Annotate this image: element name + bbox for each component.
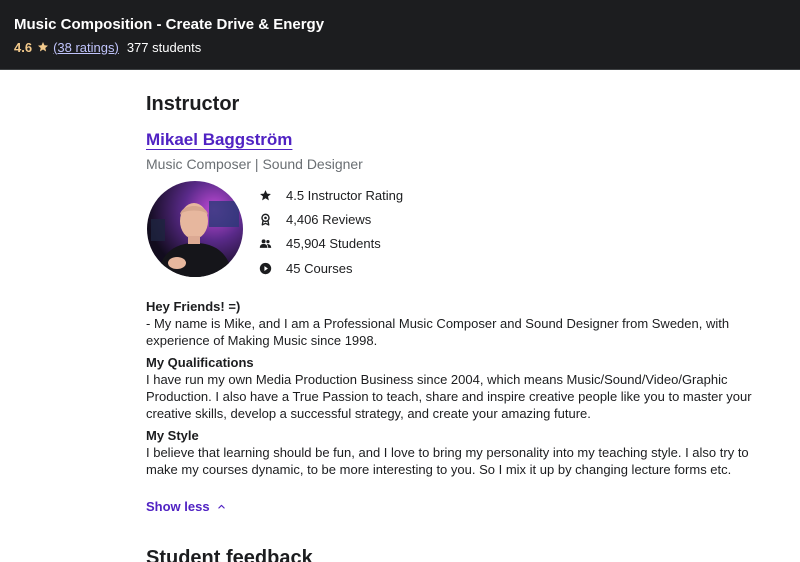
bio-qualifications-text: I have run my own Media Production Busin… — [146, 372, 752, 421]
bio-style-heading: My Style — [146, 428, 199, 443]
bio-qualifications-heading: My Qualifications — [146, 355, 254, 370]
instructor-job-title: Music Composer | Sound Designer — [146, 156, 363, 172]
stat-courses: 45 Courses — [259, 256, 459, 280]
bio-greeting: Hey Friends! =) — [146, 299, 241, 314]
show-less-label: Show less — [146, 499, 210, 514]
play-circle-icon — [259, 262, 272, 275]
course-header-bar: Music Composition - Create Drive & Energ… — [0, 0, 800, 70]
stat-students: 45,904 Students — [259, 232, 459, 256]
stat-label: 4,406 Reviews — [286, 211, 372, 227]
stat-label: 4.5 Instructor Rating — [286, 187, 404, 203]
rating-number: 4.6 — [14, 39, 33, 55]
instructor-avatar[interactable] — [147, 181, 243, 277]
chevron-up-icon — [217, 502, 226, 511]
award-icon — [259, 213, 272, 226]
course-rating: 4.6 (38 ratings) 377 students — [14, 39, 201, 55]
instructor-bio: Hey Friends! =) - My name is Mike, and I… — [146, 298, 756, 483]
stat-label: 45 Courses — [286, 260, 353, 276]
ratings-count-link[interactable]: (38 ratings) — [53, 40, 119, 55]
stat-label: 45,904 Students — [286, 236, 381, 252]
people-icon — [259, 237, 272, 250]
star-icon — [37, 41, 49, 53]
show-less-button[interactable]: Show less — [146, 499, 226, 514]
bio-style-text: I believe that learning should be fun, a… — [146, 445, 749, 477]
instructor-name-link[interactable]: Mikael Baggström — [146, 130, 292, 150]
student-feedback-title: Student feedback — [146, 547, 313, 562]
course-title: Music Composition - Create Drive & Energ… — [14, 16, 325, 33]
stat-reviews: 4,406 Reviews — [259, 207, 459, 231]
instructor-section-title: Instructor — [146, 93, 240, 115]
bio-intro: - My name is Mike, and I am a Profession… — [146, 316, 730, 348]
students-count: 377 students — [126, 39, 202, 55]
instructor-stats: 4.5 Instructor Rating 4,406 Reviews 45,9… — [259, 183, 459, 280]
stat-instructor-rating: 4.5 Instructor Rating — [259, 183, 459, 207]
star-icon — [259, 189, 272, 202]
